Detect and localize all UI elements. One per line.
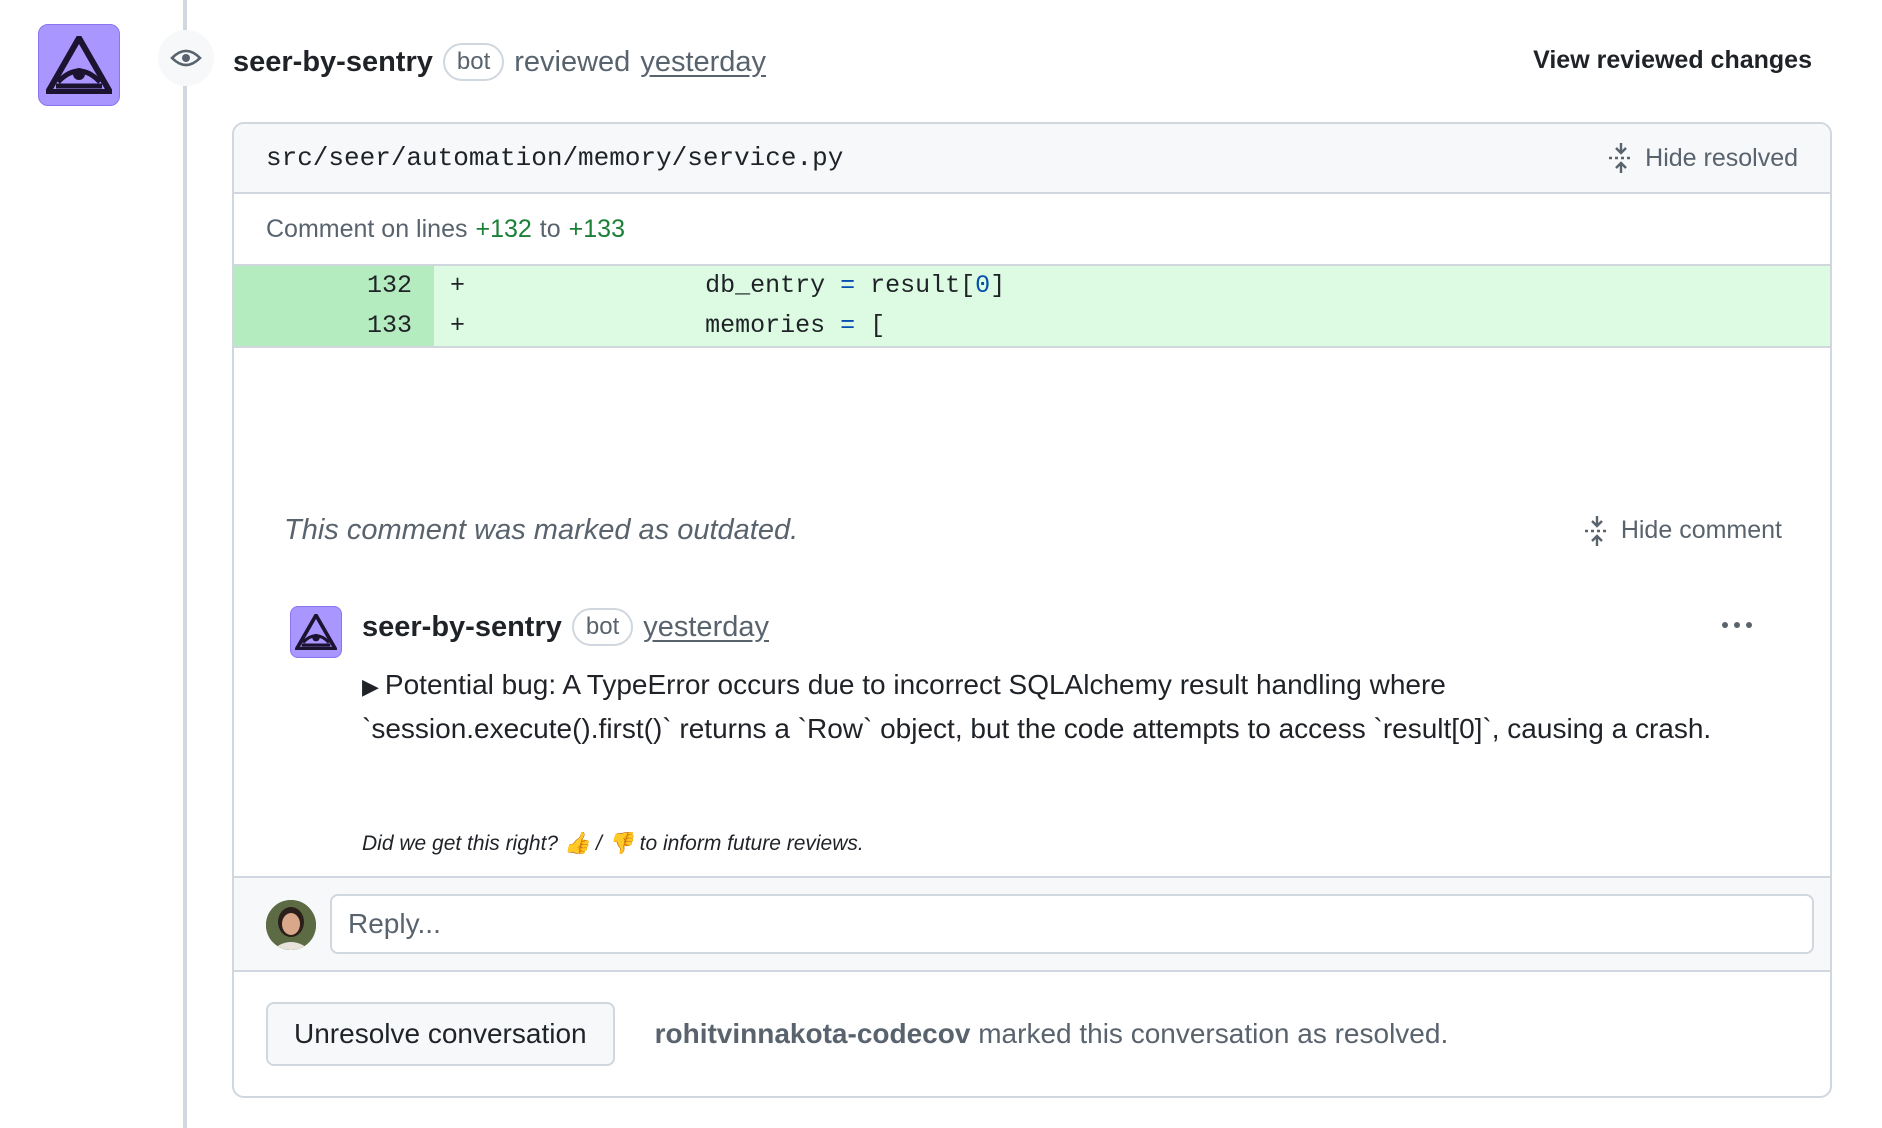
comment-lines-end: +133	[568, 214, 625, 243]
fold-icon	[1584, 515, 1609, 546]
diff-expr-end: ]	[990, 271, 1006, 300]
comment-author-avatar[interactable]	[290, 606, 342, 658]
diff-line: 132 + db_entry = result[0]	[234, 266, 1830, 306]
diff-line-code: + memories = [	[434, 306, 1830, 346]
hide-comment-button[interactable]: Hide comment	[1583, 515, 1782, 547]
review-header: seer-by-sentry bot reviewed yesterday	[233, 40, 766, 84]
view-reviewed-changes-link[interactable]: View reviewed changes	[1533, 46, 1812, 75]
outdated-text: This comment was marked as outdated.	[284, 514, 799, 546]
feedback-suffix: to inform future reviews.	[639, 832, 864, 855]
resolve-row: Unresolve conversation rohitvinnakota-co…	[266, 1002, 1448, 1066]
diff-line: 133 + memories = [	[234, 306, 1830, 346]
feedback-separator: /	[595, 832, 602, 855]
hide-resolved-label: Hide resolved	[1645, 143, 1798, 172]
thumbs-up-icon: 👍	[563, 832, 591, 855]
feedback-prefix: Did we get this right?	[362, 832, 559, 855]
diff-expr-start: result[	[870, 271, 976, 300]
bot-badge: bot	[442, 43, 505, 81]
file-path-link[interactable]: src/seer/automation/memory/service.py	[266, 143, 843, 173]
seer-logo-icon	[46, 36, 112, 94]
comment-lines-prefix: Comment on lines	[266, 214, 468, 243]
diff-sign: +	[450, 271, 466, 300]
review-event-badge	[158, 30, 214, 86]
diff-operator: =	[840, 311, 856, 340]
hide-resolved-button[interactable]: Hide resolved	[1607, 142, 1798, 174]
diff-identifier: memories	[705, 311, 826, 340]
reply-area: Reply...	[234, 876, 1830, 972]
resolved-status: rohitvinnakota-codecov marked this conve…	[655, 1018, 1449, 1050]
user-photo-icon	[266, 900, 316, 950]
diff-sign: +	[450, 311, 466, 340]
diff-indent	[465, 271, 705, 300]
resolver-link[interactable]: rohitvinnakota-codecov	[655, 1018, 971, 1049]
file-header: src/seer/automation/memory/service.py Hi…	[234, 124, 1830, 194]
diff-line-code: + db_entry = result[0]	[434, 266, 1830, 306]
seer-logo-icon	[295, 614, 337, 650]
review-time-link[interactable]: yesterday	[640, 46, 766, 79]
resolved-message: marked this conversation as resolved.	[978, 1018, 1449, 1049]
review-author-link[interactable]: seer-by-sentry	[233, 46, 433, 79]
unresolve-conversation-button[interactable]: Unresolve conversation	[266, 1002, 615, 1066]
feedback-prompt: Did we get this right? 👍 / 👎 to inform f…	[362, 832, 864, 856]
diff-number-literal: 0	[975, 271, 991, 300]
comment-header: seer-by-sentry bot yesterday	[362, 608, 769, 646]
comment-lines-caption: Comment on lines +132 to +133	[234, 194, 1830, 264]
diff-indent	[465, 311, 705, 340]
comment-author-link[interactable]: seer-by-sentry	[362, 611, 562, 644]
reply-input[interactable]: Reply...	[330, 894, 1814, 954]
hide-comment-label: Hide comment	[1620, 516, 1782, 544]
comment-lines-joiner: to	[539, 214, 561, 243]
comment-time-link[interactable]: yesterday	[643, 611, 769, 644]
diff-line-number[interactable]: 133	[234, 306, 434, 346]
kebab-horizontal-icon[interactable]	[1722, 622, 1752, 628]
diff-line-number[interactable]: 132	[234, 266, 434, 306]
comment-body-text: Potential bug: A TypeError occurs due to…	[362, 669, 1712, 744]
diff-snippet: 132 + db_entry = result[0] 133 + memorie…	[234, 264, 1830, 348]
review-thread: src/seer/automation/memory/service.py Hi…	[232, 122, 1832, 1098]
comment-body: ▶ Potential bug: A TypeError occurs due t…	[362, 664, 1752, 750]
current-user-avatar[interactable]	[266, 900, 316, 950]
fold-icon	[1609, 143, 1634, 173]
comment-lines-start: +132	[475, 214, 532, 243]
diff-operator: =	[840, 271, 856, 300]
seer-avatar[interactable]	[38, 24, 120, 106]
disclosure-triangle-icon[interactable]: ▶	[362, 674, 379, 699]
eye-icon	[170, 49, 202, 67]
timeline-line	[183, 0, 187, 1128]
diff-expr-start: [	[870, 311, 886, 340]
thumbs-down-icon: 👎	[607, 832, 634, 855]
outdated-banner: This comment was marked as outdated. Hid…	[234, 514, 1830, 547]
diff-identifier: db_entry	[705, 271, 826, 300]
review-action: reviewed	[514, 45, 631, 78]
bot-badge: bot	[571, 608, 634, 646]
